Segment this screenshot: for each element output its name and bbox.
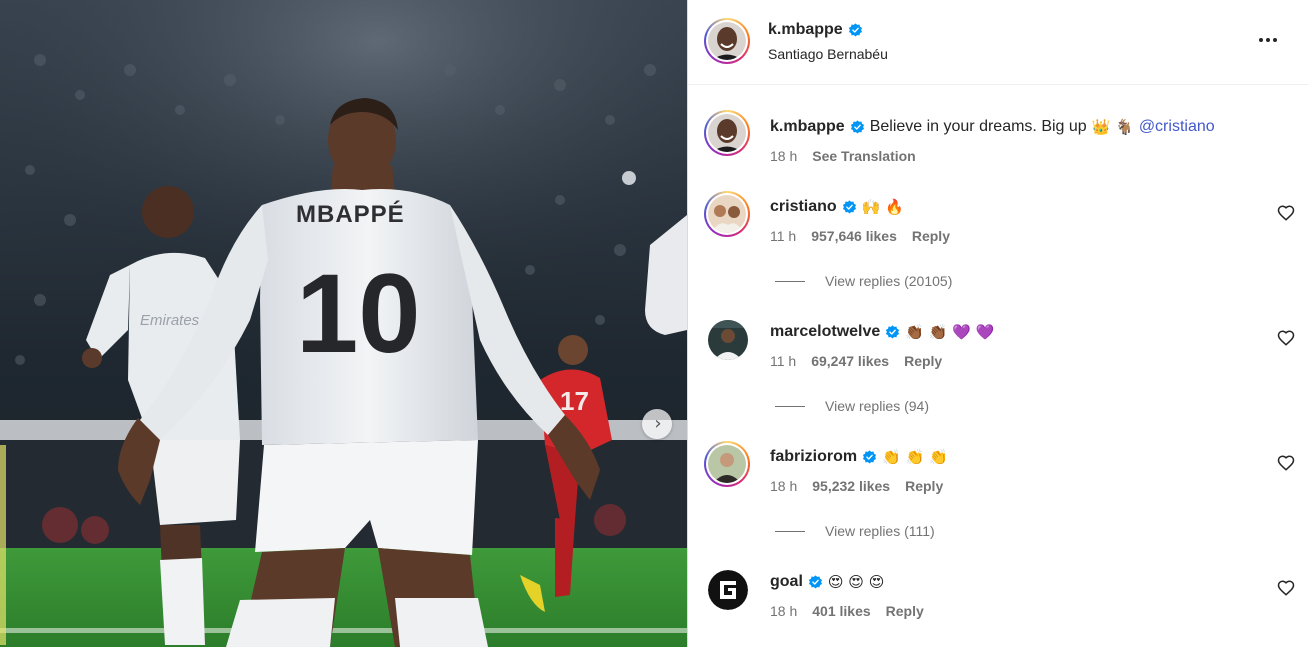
- verified-badge-icon: [842, 199, 856, 213]
- comment-avatar-image: [708, 320, 748, 360]
- comment-time: 11 h: [770, 228, 797, 244]
- heart-outline-icon[interactable]: [1277, 329, 1295, 347]
- heart-outline-icon[interactable]: [1277, 454, 1295, 472]
- caption-emojis: 👑 🐐: [1091, 118, 1134, 136]
- comment-username[interactable]: marcelotwelve: [770, 323, 880, 341]
- comment-likes[interactable]: 401 likes: [812, 603, 870, 619]
- caption-avatar[interactable]: [704, 110, 750, 156]
- comment-reply-button[interactable]: Reply: [905, 478, 943, 494]
- comment-avatar[interactable]: [704, 441, 750, 487]
- post-location[interactable]: Santiago Bernabéu: [768, 46, 888, 62]
- author-avatar-image: [708, 22, 746, 60]
- caption-time: 18 h: [770, 148, 798, 164]
- view-replies-label: View replies (111): [825, 523, 935, 539]
- comment-likes[interactable]: 95,232 likes: [812, 478, 890, 494]
- comment-avatar-image: [708, 195, 746, 233]
- jersey-name: MBAPPÉ: [296, 200, 405, 228]
- svg-text:17: 17: [560, 386, 589, 416]
- view-replies-button[interactable]: View replies (111): [775, 523, 935, 539]
- comment-avatar[interactable]: [708, 320, 748, 360]
- verified-badge-icon: [848, 22, 862, 36]
- jersey-number: 10: [296, 251, 421, 376]
- svg-text:Emirates: Emirates: [140, 312, 200, 329]
- comment-text: 👏 👏 👏: [882, 448, 948, 466]
- comment-likes[interactable]: 69,247 likes: [811, 353, 889, 369]
- see-translation-button[interactable]: See Translation: [812, 148, 915, 164]
- comment-username[interactable]: fabriziorom: [770, 448, 857, 466]
- comment-time: 18 h: [770, 478, 798, 494]
- post-photo: 17 Emirates MBAPPÉ 10: [0, 0, 687, 647]
- comment-username[interactable]: goal: [770, 573, 803, 591]
- post-side-panel: k.mbappe Santiago Bernabéu k.mbappe Beli…: [688, 0, 1308, 647]
- view-replies-label: View replies (20105): [825, 273, 953, 289]
- verified-badge-icon: [863, 449, 877, 463]
- comment-reply-button[interactable]: Reply: [912, 228, 950, 244]
- comment-time: 18 h: [770, 603, 798, 619]
- comment-avatar[interactable]: [704, 191, 750, 237]
- caption-username[interactable]: k.mbappe: [770, 118, 845, 136]
- verified-badge-icon: [808, 574, 822, 588]
- caption-text: Believe in your dreams. Big up: [869, 118, 1087, 135]
- heart-outline-icon[interactable]: [1277, 579, 1295, 597]
- view-replies-label: View replies (94): [825, 398, 930, 414]
- next-photo-button[interactable]: ›: [642, 409, 672, 439]
- caption-avatar-image: [708, 114, 746, 152]
- comment-avatar-image: [708, 445, 746, 483]
- verified-badge-icon: [886, 324, 900, 338]
- author-username[interactable]: k.mbappe: [768, 21, 863, 39]
- comment-text: 😍 😍 😍: [827, 573, 885, 591]
- post-media[interactable]: 17 Emirates MBAPPÉ 10 ›: [0, 0, 687, 647]
- post-header: k.mbappe Santiago Bernabéu: [688, 0, 1308, 85]
- comment-reply-button[interactable]: Reply: [904, 353, 942, 369]
- comment-time: 11 h: [770, 353, 797, 369]
- comment-username[interactable]: cristiano: [770, 198, 837, 216]
- more-options-icon[interactable]: [1256, 28, 1280, 52]
- verified-badge-icon: [850, 119, 864, 133]
- comment-text: 👏🏾 👏🏾 💜 💜: [905, 323, 995, 341]
- view-replies-button[interactable]: View replies (94): [775, 398, 929, 414]
- view-replies-button[interactable]: View replies (20105): [775, 273, 952, 289]
- goal-logo-icon: [708, 570, 748, 610]
- author-username-text: k.mbappe: [768, 21, 843, 38]
- comment-text: 🙌 🔥: [861, 198, 904, 216]
- heart-outline-icon[interactable]: [1277, 204, 1295, 222]
- comment-reply-button[interactable]: Reply: [886, 603, 924, 619]
- comment-avatar[interactable]: [708, 570, 748, 610]
- comment-likes[interactable]: 957,646 likes: [811, 228, 897, 244]
- caption-mention-link[interactable]: @cristiano: [1139, 118, 1215, 136]
- author-avatar[interactable]: [704, 18, 750, 64]
- chevron-right-icon: ›: [654, 413, 662, 434]
